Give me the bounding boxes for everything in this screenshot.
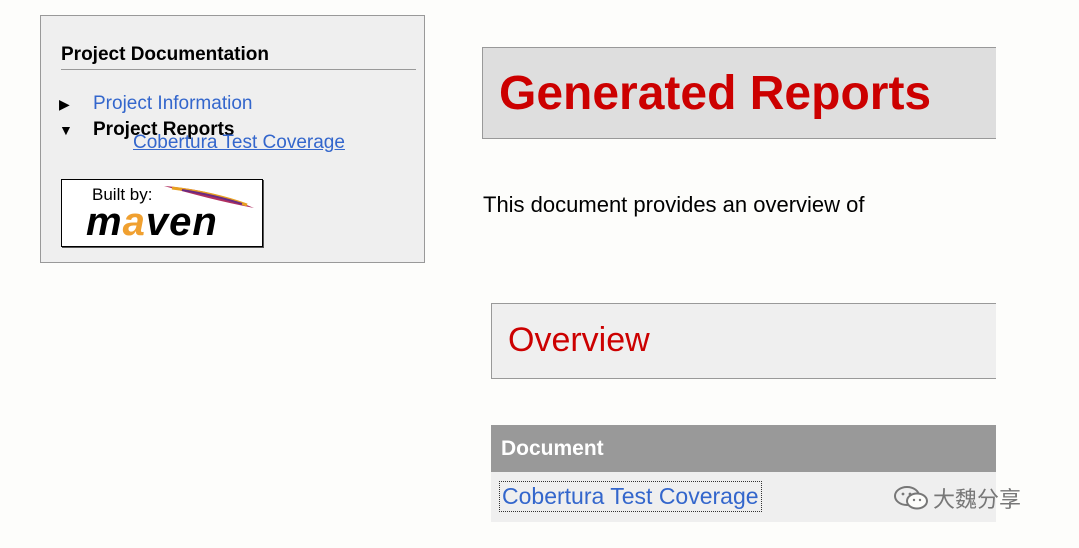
built-by-maven-badge[interactable]: Built by: maven <box>61 179 263 247</box>
page-title: Generated Reports <box>499 67 932 120</box>
overview-section-box: Overview <box>491 303 1001 379</box>
wechat-icon <box>894 486 928 510</box>
page-title-box: Generated Reports <box>482 47 1002 139</box>
collapsed-arrow-icon: ▶ <box>59 96 70 112</box>
table-header-document: Document <box>491 425 1001 472</box>
sidebar-link-project-information[interactable]: Project Information <box>93 93 252 114</box>
sidebar-nav: Project Documentation ▶ Project Informati… <box>40 15 425 263</box>
sidebar-item-project-information[interactable]: ▶ Project Information <box>59 93 252 115</box>
page-edge <box>996 0 1079 548</box>
expanded-arrow-icon: ▼ <box>59 122 73 138</box>
section-title: Overview <box>508 321 650 359</box>
maven-logo-text: maven <box>86 200 218 244</box>
watermark: 大魏分享 <box>893 482 1021 514</box>
intro-paragraph: This document provides an overview of <box>483 192 865 217</box>
sidebar-heading: Project Documentation <box>61 44 416 70</box>
sidebar-link-cobertura-test-coverage[interactable]: Cobertura Test Coverage <box>133 132 345 154</box>
watermark-text: 大魏分享 <box>933 487 1022 512</box>
cobertura-report-link[interactable]: Cobertura Test Coverage <box>499 481 762 512</box>
